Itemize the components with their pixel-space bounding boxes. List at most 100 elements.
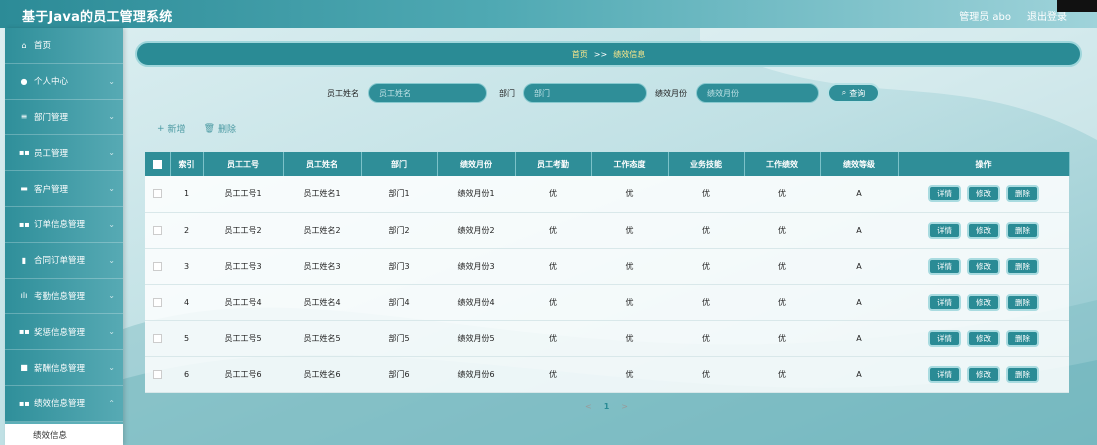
sidebar-item-label: 绩效信息管理 — [34, 399, 86, 410]
table-cell: A — [856, 225, 862, 235]
grid-icon: ▪▪ — [19, 148, 30, 158]
user-label: 管理员 abo — [959, 12, 1011, 23]
table-cell: 部门6 — [388, 369, 410, 379]
delete-button[interactable]: 删除 — [1006, 185, 1039, 203]
table-cell: A — [856, 333, 862, 343]
table-row: 4 员工工号4 员工姓名4 部门4 绩效月份4 优 优 优 优 A 详情 修改 删除 — [145, 284, 1069, 320]
row-select-cell[interactable] — [145, 212, 170, 248]
row-checkbox[interactable] — [153, 261, 162, 271]
edit-button[interactable]: 修改 — [967, 329, 1000, 347]
performance-table: 索引 员工工号 员工姓名 部门 绩效月份 员工考勤 工作态度 业务技能 工作绩效… — [145, 152, 1070, 393]
breadcrumb-home[interactable]: 首页 — [572, 49, 588, 60]
edit-button[interactable]: 修改 — [967, 257, 1000, 275]
delete-button[interactable]: 删除 — [1006, 329, 1039, 347]
sidebar-item-reward[interactable]: ▪▪ 奖惩信息管理 ⌄ — [5, 314, 123, 351]
table-cell: 员工姓名5 — [303, 333, 341, 343]
select-all-cell[interactable] — [145, 152, 171, 176]
table-cell: 优 — [778, 261, 786, 271]
table-cell: 优 — [778, 297, 786, 307]
plus-icon: + — [157, 123, 165, 134]
row-checkbox[interactable] — [153, 225, 162, 235]
search-button[interactable]: ⌕ 查询 — [827, 83, 880, 103]
column-header: 绩效等级 — [820, 152, 899, 176]
table-cell: 绩效月份3 — [457, 261, 495, 271]
column-header: 业务技能 — [668, 152, 745, 176]
row-select-cell[interactable] — [145, 320, 170, 356]
month-search-input[interactable] — [696, 83, 819, 103]
row-select-cell[interactable] — [145, 284, 170, 320]
table-cell: 员工工号6 — [224, 369, 262, 379]
list-icon: ≡ — [20, 112, 28, 122]
table-cell: 优 — [549, 225, 557, 235]
detail-button[interactable]: 详情 — [928, 365, 961, 383]
name-search-input[interactable] — [368, 83, 487, 103]
table-row: 1 员工工号1 员工姓名1 部门1 绩效月份1 优 优 优 优 A 详情 修改 删除 — [145, 176, 1069, 212]
delete-button[interactable]: 删除 — [1006, 221, 1039, 239]
next-page-button[interactable]: > — [621, 402, 628, 411]
detail-button[interactable]: 详情 — [928, 293, 961, 311]
add-button[interactable]: + 新增 — [157, 122, 186, 136]
row-select-cell[interactable] — [145, 248, 170, 284]
row-select-cell[interactable] — [145, 356, 170, 392]
table-cell: 员工姓名6 — [303, 369, 341, 379]
chevron-up-icon: ⌃ — [108, 398, 115, 408]
sidebar-item-salary[interactable]: ■ 薪酬信息管理 ⌄ — [5, 350, 123, 386]
table-cell: 部门3 — [388, 261, 410, 271]
dept-search-input[interactable] — [523, 83, 647, 103]
chevron-down-icon: ⌄ — [108, 327, 115, 337]
doc-icon: ▮ — [21, 255, 27, 265]
table-cell: 优 — [625, 261, 634, 271]
delete-button[interactable]: 删除 — [1006, 293, 1039, 311]
table-cell: 优 — [702, 189, 710, 199]
sidebar-item-home[interactable]: ⌂ 首页 — [5, 28, 123, 64]
row-checkbox[interactable] — [153, 297, 162, 307]
month-search-label: 绩效月份 — [655, 89, 687, 98]
top-corner-block — [1057, 0, 1097, 12]
breadcrumb-separator: >> — [593, 49, 608, 59]
sidebar-item-performance[interactable]: ▪▪ 绩效信息管理 ⌃ — [5, 385, 123, 422]
table-cell: 优 — [625, 297, 634, 307]
row-actions-cell: 详情 修改 删除 — [898, 284, 1069, 320]
breadcrumb: 首页 >> 绩效信息 — [135, 41, 1082, 67]
sidebar-subitem-performance-info[interactable]: 绩效信息 — [5, 424, 123, 445]
sidebar-item-employee[interactable]: ▪▪ 员工管理 ⌄ — [5, 135, 123, 172]
table-cell: 优 — [549, 189, 557, 199]
batch-delete-button[interactable]: 🗑 删除 — [204, 122, 236, 136]
chevron-down-icon: ⌄ — [108, 184, 115, 194]
edit-button[interactable]: 修改 — [967, 365, 1000, 383]
edit-button[interactable]: 修改 — [967, 293, 1000, 311]
sidebar-item-contract[interactable]: ▮ 合同订单管理 ⌄ — [5, 242, 123, 279]
row-checkbox[interactable] — [153, 333, 162, 343]
sidebar-item-order[interactable]: ▪▪ 订单信息管理 ⌄ — [5, 206, 123, 243]
sidebar-item-label: 首页 — [34, 41, 52, 52]
table-cell: 优 — [702, 333, 710, 343]
sidebar-item-label: 订单信息管理 — [34, 220, 86, 231]
detail-button[interactable]: 详情 — [928, 329, 961, 347]
delete-button[interactable]: 删除 — [1006, 257, 1039, 275]
detail-button[interactable]: 详情 — [928, 257, 961, 275]
edit-button[interactable]: 修改 — [967, 185, 1000, 203]
grid-icon: ▪▪ — [19, 398, 30, 408]
card-icon: ▬ — [20, 184, 28, 194]
sidebar-item-attendance[interactable]: ılı 考勤信息管理 ⌄ — [5, 278, 123, 315]
prev-page-button[interactable]: < — [585, 402, 592, 411]
row-checkbox[interactable] — [153, 369, 162, 379]
column-header: 员工姓名 — [283, 152, 362, 176]
table-row: 3 员工工号3 员工姓名3 部门3 绩效月份3 优 优 优 优 A 详情 修改 删除 — [145, 248, 1069, 284]
table-cell: 6 — [183, 369, 190, 379]
row-select-cell[interactable] — [145, 176, 170, 212]
sidebar-item-department[interactable]: ≡ 部门管理 ⌄ — [5, 99, 123, 136]
table-cell: 优 — [625, 225, 634, 235]
edit-button[interactable]: 修改 — [967, 221, 1000, 239]
detail-button[interactable]: 详情 — [928, 185, 961, 203]
sidebar-item-customer[interactable]: ▬ 客户管理 ⌄ — [5, 171, 123, 207]
table-row: 6 员工工号6 员工姓名6 部门6 绩效月份6 优 优 优 优 A 详情 修改 删除 — [145, 356, 1069, 392]
detail-button[interactable]: 详情 — [928, 221, 961, 239]
column-header: 工作态度 — [591, 152, 669, 176]
current-page[interactable]: 1 — [604, 402, 610, 411]
select-all-checkbox[interactable] — [152, 159, 162, 169]
chevron-down-icon: ⌄ — [108, 363, 115, 373]
row-checkbox[interactable] — [153, 189, 162, 199]
delete-button[interactable]: 删除 — [1006, 365, 1039, 383]
box-icon: ■ — [20, 363, 28, 373]
